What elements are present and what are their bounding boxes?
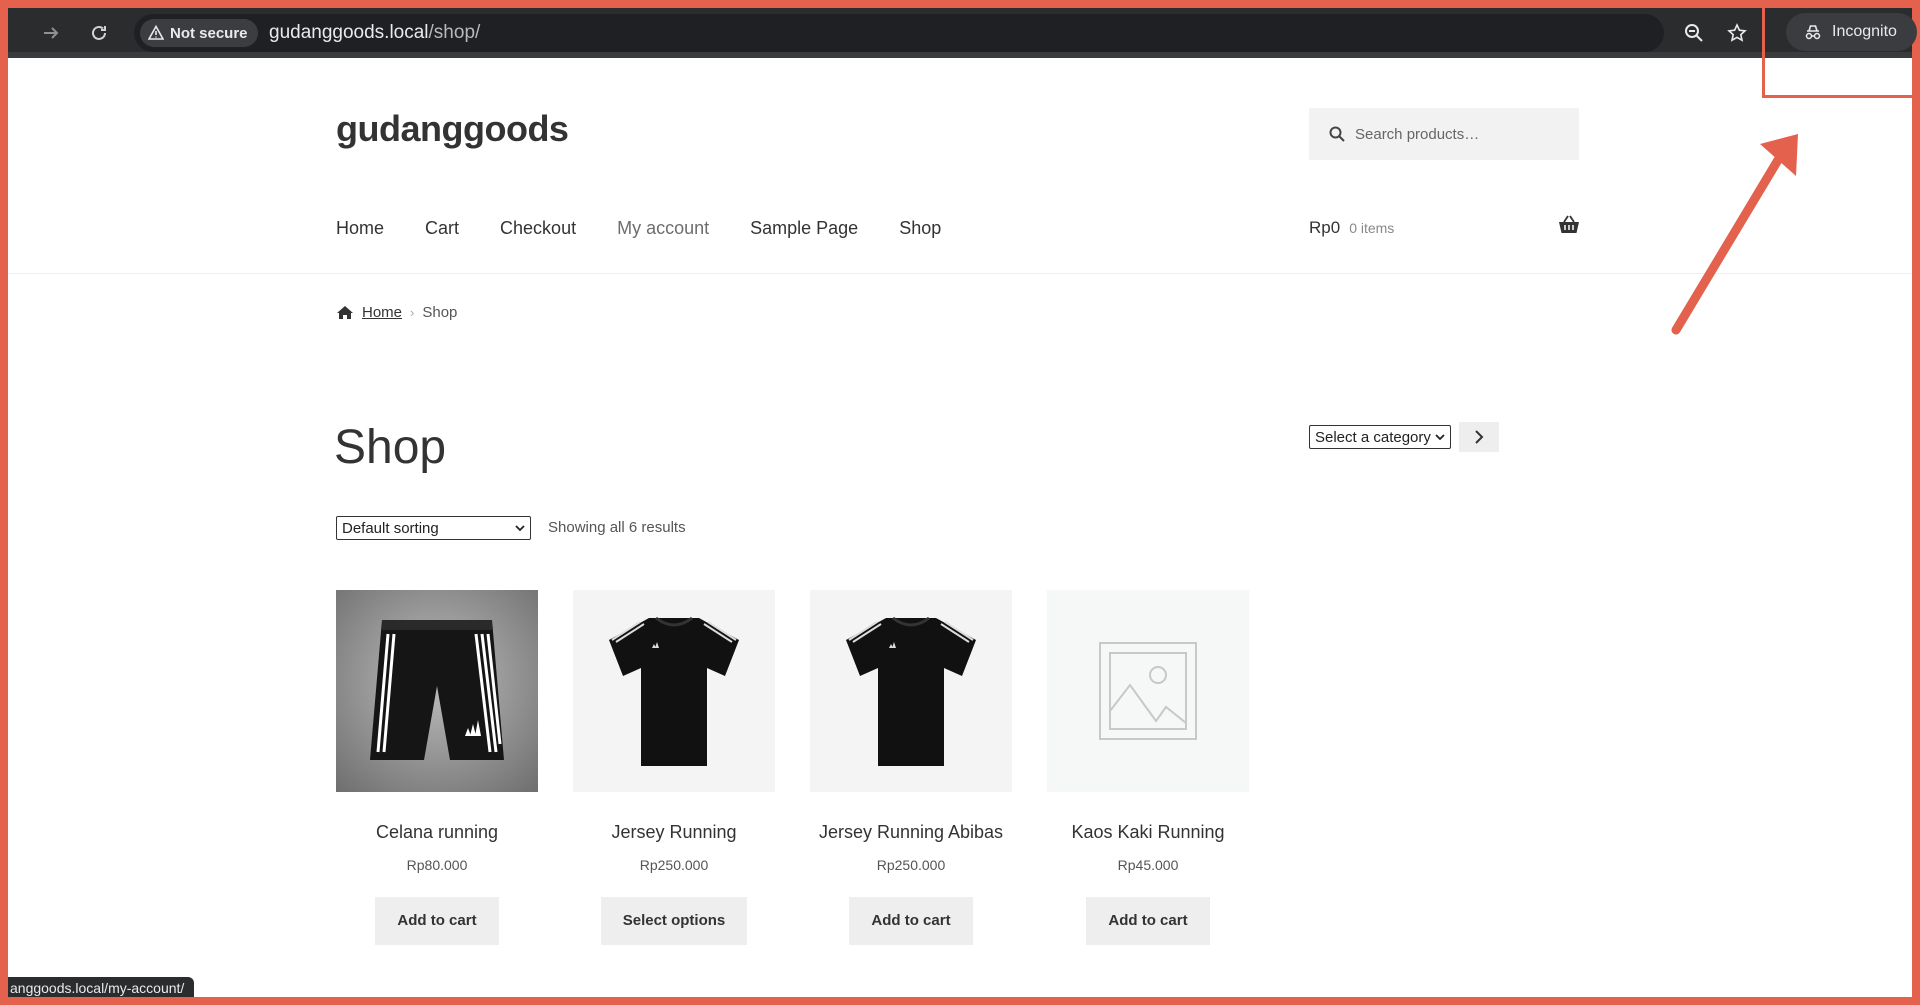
category-submit-button[interactable] (1459, 422, 1499, 452)
product-price: Rp80.000 (406, 857, 468, 873)
sorting-select[interactable]: Default sorting (336, 516, 531, 540)
category-select-value: Select a category (1315, 428, 1431, 446)
search-placeholder: Search products… (1355, 125, 1480, 143)
menu-item-sample-page[interactable]: Sample Page (750, 218, 858, 239)
security-label: Not secure (170, 24, 248, 42)
breadcrumb-current: Shop (422, 304, 458, 321)
reload-icon[interactable] (84, 18, 114, 48)
home-icon (337, 306, 353, 319)
menu-item-home[interactable]: Home (336, 218, 384, 239)
url-host: gudanggoods.local (269, 22, 429, 43)
product-name[interactable]: Celana running (336, 822, 538, 843)
security-chip[interactable]: Not secure (140, 19, 258, 47)
product-price: Rp45.000 (1117, 857, 1179, 873)
jersey-image (609, 616, 739, 766)
product-name[interactable]: Jersey Running (573, 822, 775, 843)
product-name[interactable]: Jersey Running Abibas (810, 822, 1012, 843)
sorting-value: Default sorting (342, 519, 439, 537)
zoom-icon[interactable] (1679, 18, 1709, 48)
product-image-jersey[interactable] (573, 590, 775, 792)
basket-icon[interactable] (1558, 215, 1580, 240)
browser-toolbar: Not secure gudanggoods.local/shop/ Incog… (8, 8, 1917, 58)
address-bar[interactable]: Not secure gudanggoods.local/shop/ (134, 14, 1664, 52)
product-image-placeholder[interactable] (1047, 590, 1249, 792)
add-to-cart-button[interactable]: Add to cart (375, 897, 499, 945)
product-card: Kaos Kaki Running Rp45.000 Add to cart (1047, 590, 1249, 945)
primary-menu: Home Cart Checkout My account Sample Pag… (336, 218, 941, 239)
web-page: gudanggoods Search products… Home Cart C… (8, 58, 1912, 997)
site-title[interactable]: gudanggoods (336, 108, 569, 150)
result-count: Showing all 6 results (548, 519, 686, 536)
product-card: Jersey Running Rp250.000 Select options (573, 590, 775, 945)
search-icon (1329, 126, 1345, 142)
product-image-jersey-abibas[interactable] (810, 590, 1012, 792)
add-to-cart-button[interactable]: Add to cart (1086, 897, 1210, 945)
link-status-bar: anggoods.local/my-account/ (8, 977, 195, 997)
cart-item-count: 0 items (1349, 220, 1395, 236)
annotation-arrow-icon (1671, 134, 1798, 335)
url-path: /shop/ (428, 22, 481, 43)
image-placeholder-icon (1099, 642, 1197, 740)
shorts-image (370, 620, 504, 760)
url-text[interactable]: gudanggoods.local/shop/ (269, 14, 480, 52)
chevron-right-icon (1475, 430, 1484, 444)
menu-item-checkout[interactable]: Checkout (500, 218, 576, 239)
category-select[interactable]: Select a category (1309, 425, 1451, 449)
warning-icon (148, 25, 164, 40)
bookmark-star-icon[interactable] (1722, 18, 1752, 48)
product-price: Rp250.000 (639, 857, 709, 873)
breadcrumb-home-link[interactable]: Home (362, 304, 402, 321)
page-title: Shop (334, 421, 447, 474)
add-to-cart-button[interactable]: Add to cart (849, 897, 973, 945)
breadcrumb: Home › Shop (336, 304, 457, 321)
menu-item-shop[interactable]: Shop (899, 218, 941, 239)
product-name[interactable]: Kaos Kaki Running (1047, 822, 1249, 843)
header-divider (8, 273, 1912, 274)
chevron-down-icon (1435, 433, 1445, 440)
annotation-highlight-box (1762, 8, 1912, 98)
chevron-down-icon (515, 524, 525, 531)
chevron-right-icon: › (410, 305, 415, 320)
forward-icon[interactable] (36, 18, 66, 48)
menu-item-my-account[interactable]: My account (617, 218, 709, 239)
cart-total: Rp0 (1309, 218, 1341, 237)
product-card: Jersey Running Abibas Rp250.000 Add to c… (810, 590, 1012, 945)
menu-item-cart[interactable]: Cart (425, 218, 459, 239)
product-card: Celana running Rp80.000 Add to cart (336, 590, 538, 945)
header-cart[interactable]: Rp0 0 items (1309, 218, 1394, 238)
jersey-image (846, 616, 976, 766)
product-image-shorts[interactable] (336, 590, 538, 792)
product-price: Rp250.000 (876, 857, 946, 873)
select-options-button[interactable]: Select options (600, 897, 748, 945)
search-input[interactable]: Search products… (1309, 108, 1579, 160)
